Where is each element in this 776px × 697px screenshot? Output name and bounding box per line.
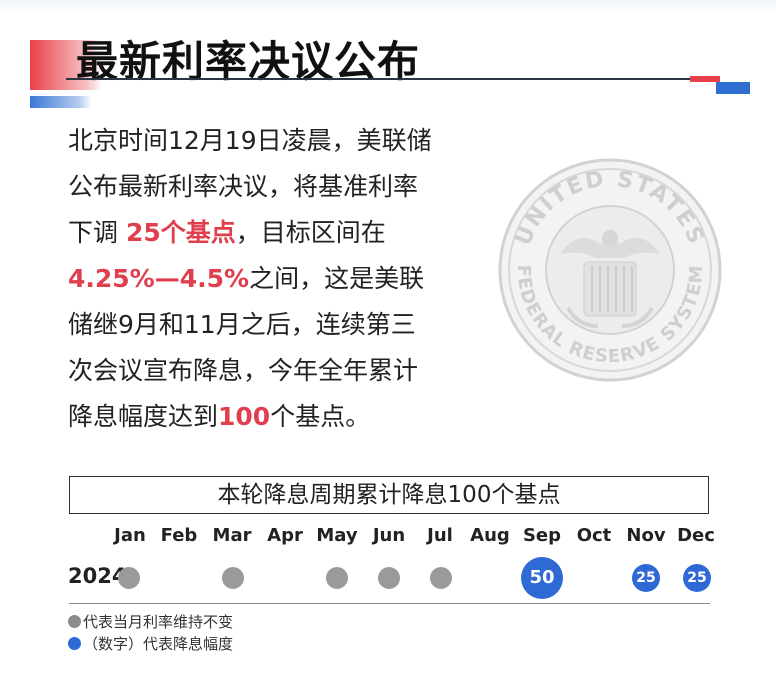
- body-line-7-a: 降息幅度达到: [68, 402, 219, 431]
- legend-hold-text: 代表当月利率维持不变: [83, 613, 234, 631]
- accent-blue-bar-left: [30, 96, 92, 108]
- hold-dot-jul: [430, 567, 452, 589]
- summary-header: 本轮降息周期累计降息100个基点: [69, 476, 709, 514]
- legend-grey-dot-icon: [68, 615, 81, 628]
- month-dec: Dec: [677, 525, 715, 546]
- legend-blue-dot-icon: [68, 637, 81, 650]
- month-oct: Oct: [576, 525, 612, 546]
- body-line-2: 公布最新利率决议，将基准利率: [68, 172, 419, 201]
- month-nov: Nov: [626, 525, 666, 546]
- body-line-1: 北京时间12月19日凌晨，美联储: [68, 126, 432, 155]
- highlight-100: 100: [218, 402, 271, 431]
- highlight-rate-range: 4.25%—4.5%: [68, 264, 250, 293]
- body-line-7-b: 个基点。: [270, 402, 371, 431]
- body-line-6: 次会议宣布降息，今年全年累计: [68, 356, 419, 385]
- legend-cut: （数字）代表降息幅度: [68, 634, 233, 654]
- body-line-4-b: 之间，这是美联: [249, 264, 425, 293]
- hold-dot-jan: [118, 567, 140, 589]
- body-line-7: 降息幅度达到100个基点。: [68, 394, 468, 440]
- body-paragraph: 北京时间12月19日凌晨，美联储 公布最新利率决议，将基准利率 下调 25个基点…: [68, 118, 468, 440]
- accent-blue-bar-right: [716, 82, 750, 94]
- month-mar: Mar: [212, 525, 252, 546]
- highlight-25-bp: 25个基点: [125, 218, 236, 247]
- cut-badge-nov: 25: [632, 564, 660, 592]
- legend-cut-text: （数字）代表降息幅度: [83, 635, 234, 653]
- month-sep: Sep: [522, 525, 562, 546]
- cut-badge-dec: 25: [683, 564, 711, 592]
- month-may: May: [316, 525, 358, 546]
- body-line-3: 下调 25个基点，目标区间在: [68, 210, 468, 256]
- month-jul: Jul: [427, 525, 453, 546]
- body-line-5: 储继9月和11月之后，连续第三: [68, 310, 416, 339]
- body-line-4: 4.25%—4.5%之间，这是美联: [68, 256, 468, 302]
- federal-reserve-seal: UNITED STATES FEDERAL RESERVE SYSTEM: [498, 158, 722, 382]
- hold-dot-may: [326, 567, 348, 589]
- body-line-3-b: ，目标区间在: [235, 218, 386, 247]
- cut-badge-sep: 50: [521, 557, 563, 599]
- hold-dot-jun: [378, 567, 400, 589]
- month-aug: Aug: [470, 525, 510, 546]
- timeline-divider: [69, 603, 710, 604]
- title-underline: [66, 78, 692, 80]
- month-apr: Apr: [267, 525, 303, 546]
- month-jan: Jan: [114, 525, 146, 546]
- month-feb: Feb: [160, 525, 198, 546]
- body-line-3-a: 下调: [68, 218, 119, 247]
- top-strip: [0, 0, 776, 12]
- month-jun: Jun: [372, 525, 406, 546]
- legend-hold: 代表当月利率维持不变: [68, 612, 233, 632]
- hold-dot-mar: [222, 567, 244, 589]
